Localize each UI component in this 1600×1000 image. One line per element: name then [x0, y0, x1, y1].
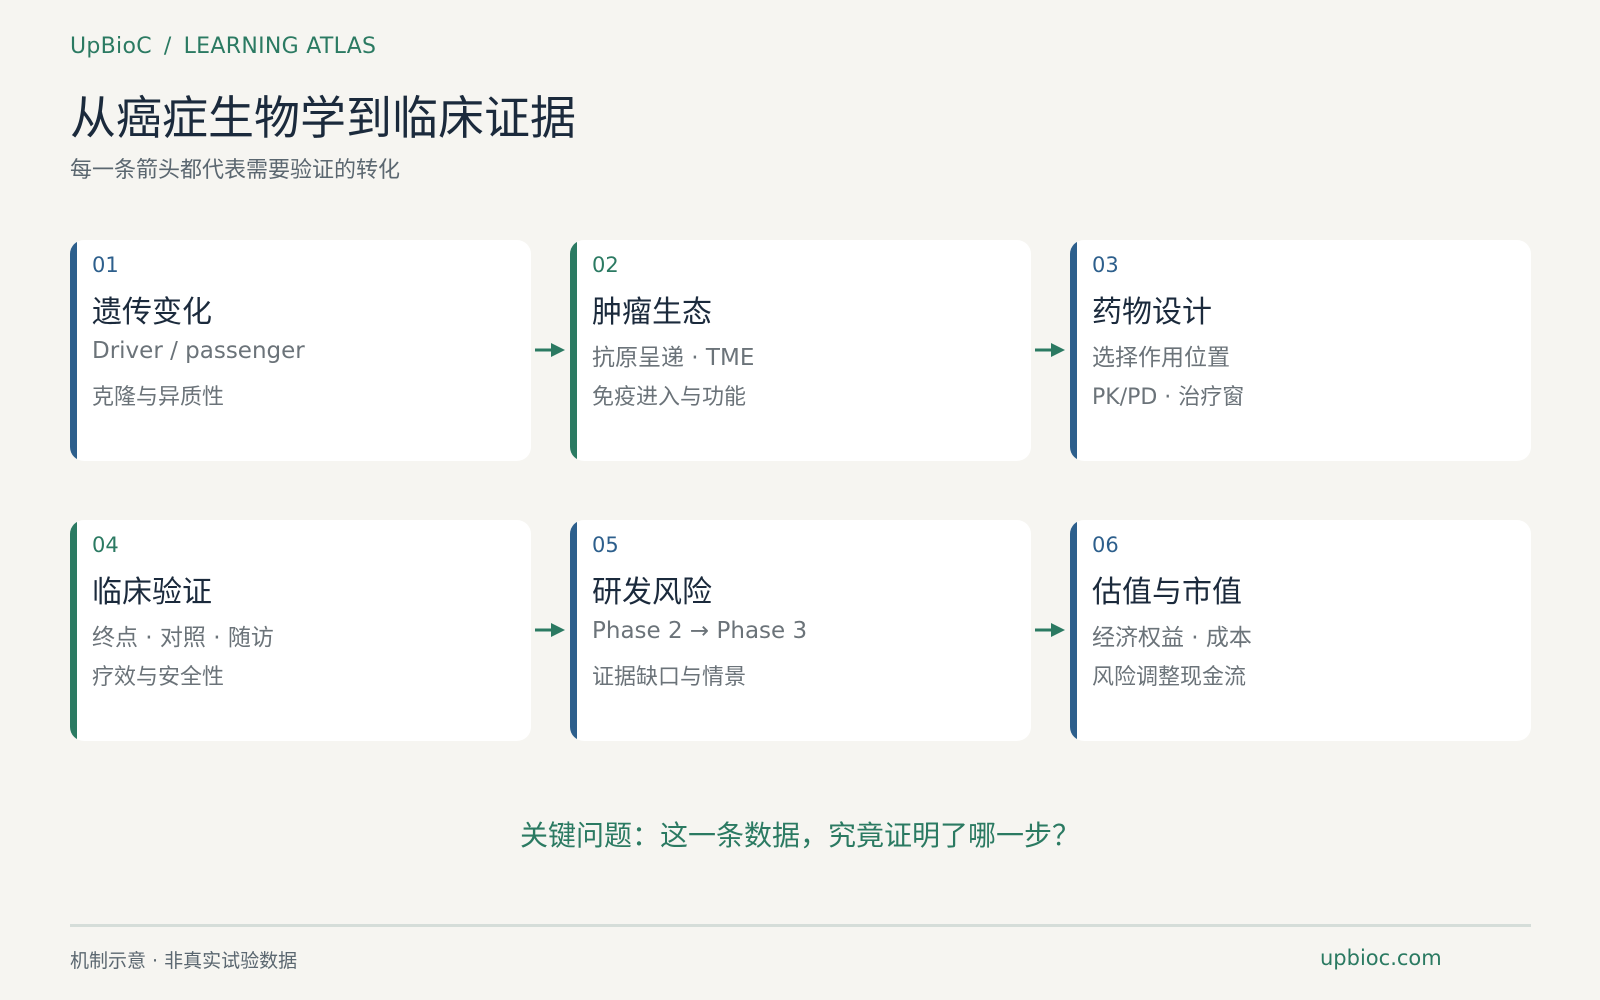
- breadcrumb-separator: /: [163, 34, 172, 59]
- step-name: 临床验证: [92, 575, 212, 610]
- step-name: 估值与市值: [1092, 575, 1242, 610]
- step-detail-primary: 经济权益 · 成本: [1092, 625, 1252, 651]
- step-name: 研发风险: [592, 575, 712, 610]
- step-accent-bar: [1070, 520, 1077, 741]
- step-detail-secondary: 风险调整现金流: [1092, 665, 1247, 690]
- step-accent-bar: [1070, 240, 1077, 461]
- step-name: 肿瘤生态: [592, 295, 712, 330]
- footer-note: 机制示意 · 非真实试验数据: [70, 950, 298, 972]
- step-accent-bar: [570, 520, 577, 741]
- step-card-01: 01 遗传变化 Driver / passenger 克隆与异质性: [70, 240, 531, 461]
- step-name: 药物设计: [1092, 295, 1212, 330]
- page-subtitle: 每一条箭头都代表需要验证的转化: [70, 158, 401, 183]
- step-detail-secondary: 疗效与安全性: [92, 665, 225, 690]
- step-card-05: 05 研发风险 Phase 2 → Phase 3 证据缺口与情景: [570, 520, 1031, 741]
- page: UpBioC / LEARNING ATLAS 从癌症生物学到临床证据 每一条箭头都…: [0, 0, 1600, 1000]
- step-number: 06: [1092, 533, 1119, 557]
- step-accent-bar: [70, 240, 77, 461]
- step-card-02: 02 肿瘤生态 抗原呈递 · TME 免疫进入与功能: [570, 240, 1031, 461]
- breadcrumb-section[interactable]: LEARNING ATLAS: [184, 34, 377, 59]
- step-card-04: 04 临床验证 终点 · 对照 · 随访 疗效与安全性: [70, 520, 531, 741]
- step-detail-secondary: 克隆与异质性: [92, 385, 225, 410]
- breadcrumb: UpBioC / LEARNING ATLAS: [70, 34, 376, 59]
- step-number: 04: [92, 533, 119, 557]
- step-name: 遗传变化: [92, 295, 212, 330]
- step-detail-primary: Driver / passenger: [92, 338, 305, 364]
- step-detail-primary: Phase 2 → Phase 3: [592, 618, 808, 644]
- step-detail-primary: 抗原呈递 · TME: [592, 345, 755, 371]
- key-question: 关键问题：这一条数据，究竟证明了哪一步？: [519, 819, 1080, 852]
- step-number: 03: [1092, 253, 1119, 277]
- step-card-03: 03 药物设计 选择作用位置 PK/PD · 治疗窗: [1070, 240, 1531, 461]
- page-title: 从癌症生物学到临床证据: [70, 91, 576, 145]
- step-accent-bar: [70, 520, 77, 741]
- step-number: 02: [592, 253, 619, 277]
- arrow-right-icon: [1035, 343, 1065, 357]
- footer-site-link[interactable]: upbioc.com: [1320, 946, 1442, 970]
- step-detail-primary: 终点 · 对照 · 随访: [92, 625, 274, 651]
- footer-divider: [70, 924, 1531, 927]
- step-detail-secondary: 证据缺口与情景: [592, 665, 747, 690]
- arrow-right-icon: [1035, 623, 1065, 637]
- step-detail-secondary: 免疫进入与功能: [592, 385, 747, 410]
- arrow-right-icon: [535, 623, 565, 637]
- step-number: 05: [592, 533, 619, 557]
- step-detail-secondary: PK/PD · 治疗窗: [1092, 385, 1245, 410]
- step-accent-bar: [570, 240, 577, 461]
- step-number: 01: [92, 253, 119, 277]
- step-card-06: 06 估值与市值 经济权益 · 成本 风险调整现金流: [1070, 520, 1531, 741]
- step-detail-primary: 选择作用位置: [1092, 345, 1230, 371]
- breadcrumb-brand[interactable]: UpBioC: [70, 34, 152, 59]
- arrow-right-icon: [535, 343, 565, 357]
